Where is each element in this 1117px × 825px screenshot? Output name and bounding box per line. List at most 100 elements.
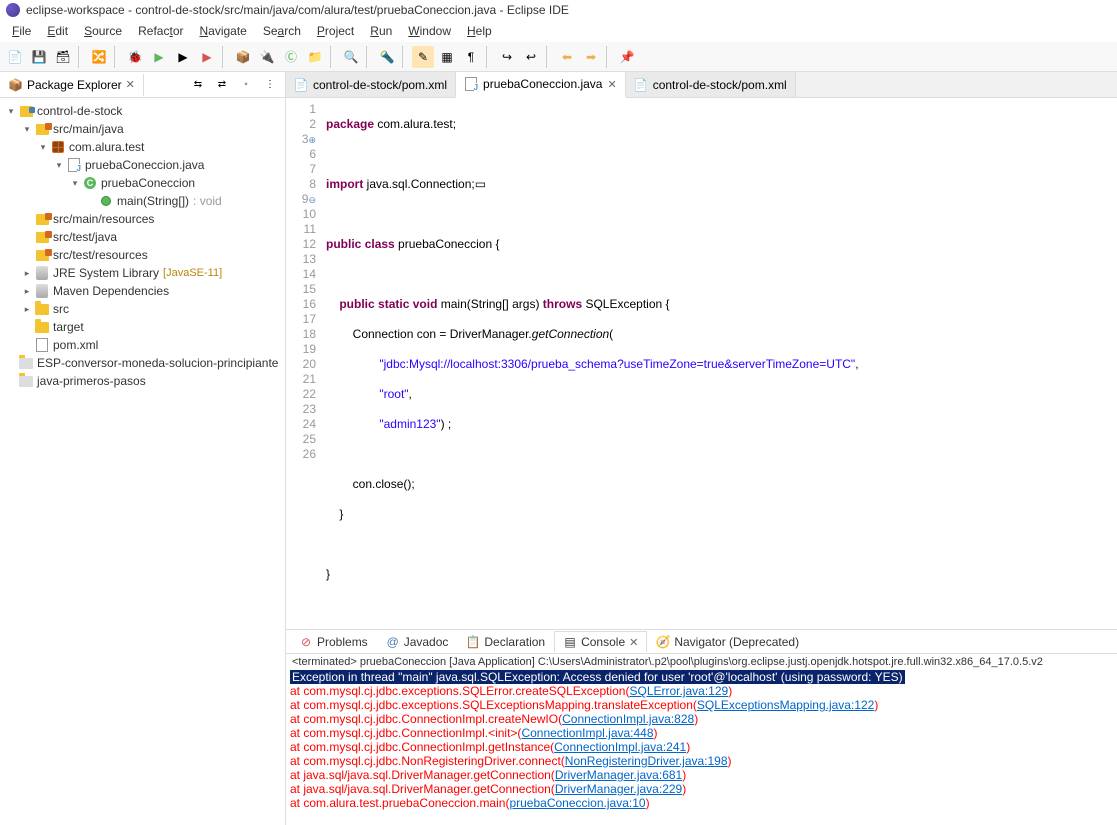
- stack-trace-link[interactable]: SQLExceptionsMapping.java:122: [697, 698, 874, 712]
- debug-button[interactable]: 🐞: [124, 46, 146, 68]
- open-type-button[interactable]: 🔍: [340, 46, 362, 68]
- menu-run[interactable]: Run: [362, 22, 400, 40]
- close-icon[interactable]: ✕: [629, 636, 638, 649]
- view-menu-button[interactable]: ⋮: [259, 74, 281, 96]
- tree-src-folder[interactable]: ▾src/main/java: [0, 120, 285, 138]
- coverage-button[interactable]: ▶: [172, 46, 194, 68]
- stack-trace-link[interactable]: NonRegisteringDriver.java:198: [565, 754, 728, 768]
- search-button[interactable]: 🔦: [376, 46, 398, 68]
- tree-src-folder[interactable]: src/test/resources: [0, 246, 285, 264]
- tree-src-folder[interactable]: src/test/java: [0, 228, 285, 246]
- new-java-button[interactable]: 📦: [232, 46, 254, 68]
- menu-search[interactable]: Search: [255, 22, 309, 40]
- tree-folder[interactable]: ▸src: [0, 300, 285, 318]
- switch-editor-button[interactable]: 🔀: [88, 46, 110, 68]
- new-class-button[interactable]: Ⓒ: [280, 46, 302, 68]
- package-explorer-view: 📦 Package Explorer ✕ ⇆ ⇄ ◦ ⋮ ▾control-de…: [0, 72, 286, 825]
- menu-source[interactable]: Source: [76, 22, 130, 40]
- next-annotation-button[interactable]: ↪: [496, 46, 518, 68]
- tree-pom[interactable]: pom.xml: [0, 336, 285, 354]
- tree-jre[interactable]: ▸JRE System Library[JavaSE-11]: [0, 264, 285, 282]
- stack-trace-line: at com.mysql.cj.jdbc.ConnectionImpl.crea…: [290, 712, 1113, 726]
- bottom-tabs: ⊘Problems @Javadoc 📋Declaration ▤Console…: [286, 630, 1117, 654]
- new-package-button[interactable]: 📁: [304, 46, 326, 68]
- toggle-block-button[interactable]: ▦: [436, 46, 458, 68]
- save-button[interactable]: 💾: [28, 46, 50, 68]
- menu-bar: File Edit Source Refactor Navigate Searc…: [0, 20, 1117, 42]
- stack-trace-line: at com.mysql.cj.jdbc.ConnectionImpl.getI…: [290, 740, 1113, 754]
- stack-trace-line: at com.mysql.cj.jdbc.exceptions.SQLExcep…: [290, 698, 1113, 712]
- menu-project[interactable]: Project: [309, 22, 362, 40]
- tab-javadoc[interactable]: @Javadoc: [377, 631, 458, 652]
- navigator-icon: 🧭: [656, 635, 670, 649]
- toggle-mark-button[interactable]: ✎: [412, 46, 434, 68]
- console-icon: ▤: [563, 635, 577, 649]
- link-editor-button[interactable]: ⇄: [211, 74, 233, 96]
- package-explorer-tabbar: 📦 Package Explorer ✕ ⇆ ⇄ ◦ ⋮: [0, 72, 285, 98]
- save-all-button[interactable]: 🗃: [52, 46, 74, 68]
- problems-icon: ⊘: [299, 635, 313, 649]
- code-editor[interactable]: 123⊕6789⊖1011121314151617181920212223242…: [286, 98, 1117, 629]
- pin-button[interactable]: 📌: [616, 46, 638, 68]
- stack-trace-link[interactable]: ConnectionImpl.java:828: [562, 712, 694, 726]
- menu-window[interactable]: Window: [400, 22, 459, 40]
- new-plugin-button[interactable]: 🔌: [256, 46, 278, 68]
- tree-class[interactable]: ▾CpruebaConeccion: [0, 174, 285, 192]
- tree-method[interactable]: main(String[]): void: [0, 192, 285, 210]
- menu-help[interactable]: Help: [459, 22, 500, 40]
- editor-tabs: 📄control-de-stock/pom.xml pruebaConeccio…: [286, 72, 1117, 98]
- editor-tab-pom2[interactable]: 📄control-de-stock/pom.xml: [626, 72, 796, 97]
- stack-trace-line: at java.sql/java.sql.DriverManager.getCo…: [290, 782, 1113, 796]
- stack-trace-link[interactable]: ConnectionImpl.java:241: [554, 740, 686, 754]
- tree-java-file[interactable]: ▾pruebaConeccion.java: [0, 156, 285, 174]
- tab-problems[interactable]: ⊘Problems: [290, 631, 377, 652]
- package-explorer-tree[interactable]: ▾control-de-stock ▾src/main/java ▾com.al…: [0, 98, 285, 825]
- stack-trace-link[interactable]: SQLError.java:129: [629, 684, 728, 698]
- stack-trace-line: at com.alura.test.pruebaConeccion.main(p…: [290, 796, 1113, 810]
- forward-button[interactable]: ➡: [580, 46, 602, 68]
- collapse-all-button[interactable]: ⇆: [187, 74, 209, 96]
- back-button[interactable]: ⬅: [556, 46, 578, 68]
- eclipse-icon: [6, 3, 20, 17]
- tree-project[interactable]: ▾control-de-stock: [0, 102, 285, 120]
- new-button[interactable]: 📄: [4, 46, 26, 68]
- menu-refactor[interactable]: Refactor: [130, 22, 191, 40]
- stack-trace-link[interactable]: ConnectionImpl.java:448: [521, 726, 653, 740]
- tree-project[interactable]: java-primeros-pasos: [0, 372, 285, 390]
- tab-declaration[interactable]: 📋Declaration: [457, 631, 554, 652]
- editor-tab-java[interactable]: pruebaConeccion.java✕: [456, 72, 626, 98]
- tree-project[interactable]: ESP-conversor-moneda-solucion-principian…: [0, 354, 285, 372]
- menu-file[interactable]: File: [4, 22, 39, 40]
- stack-trace-link[interactable]: DriverManager.java:681: [555, 768, 682, 782]
- run-last-button[interactable]: ▶: [196, 46, 218, 68]
- editor-tab-pom1[interactable]: 📄control-de-stock/pom.xml: [286, 72, 456, 97]
- stack-trace-line: at com.mysql.cj.jdbc.exceptions.SQLError…: [290, 684, 1113, 698]
- xml-icon: 📄: [634, 78, 648, 92]
- run-button[interactable]: ▶: [148, 46, 170, 68]
- editor-area: 📄control-de-stock/pom.xml pruebaConeccio…: [286, 72, 1117, 825]
- javadoc-icon: @: [386, 635, 400, 649]
- tab-navigator[interactable]: 🧭Navigator (Deprecated): [647, 631, 808, 652]
- console-output[interactable]: Exception in thread "main" java.sql.SQLE…: [286, 670, 1117, 825]
- tree-maven-deps[interactable]: ▸Maven Dependencies: [0, 282, 285, 300]
- close-icon[interactable]: ✕: [126, 78, 135, 91]
- menu-navigate[interactable]: Navigate: [191, 22, 254, 40]
- line-gutter: 123⊕6789⊖1011121314151617181920212223242…: [286, 98, 322, 629]
- menu-edit[interactable]: Edit: [39, 22, 76, 40]
- tree-folder[interactable]: target: [0, 318, 285, 336]
- tree-src-folder[interactable]: src/main/resources: [0, 210, 285, 228]
- filter-button[interactable]: ◦: [235, 74, 257, 96]
- prev-annotation-button[interactable]: ↩: [520, 46, 542, 68]
- close-icon[interactable]: ✕: [607, 78, 616, 91]
- tree-package[interactable]: ▾com.alura.test: [0, 138, 285, 156]
- stack-trace-link[interactable]: pruebaConeccion.java:10: [509, 796, 645, 810]
- show-whitespace-button[interactable]: ¶: [460, 46, 482, 68]
- xml-icon: 📄: [294, 78, 308, 92]
- stack-trace-line: at com.mysql.cj.jdbc.NonRegisteringDrive…: [290, 754, 1113, 768]
- work-area: 📦 Package Explorer ✕ ⇆ ⇄ ◦ ⋮ ▾control-de…: [0, 72, 1117, 825]
- java-icon: [464, 77, 478, 91]
- tab-console[interactable]: ▤Console✕: [554, 631, 647, 652]
- package-explorer-tab[interactable]: 📦 Package Explorer ✕: [0, 74, 144, 96]
- code-content[interactable]: package com.alura.test; import java.sql.…: [322, 98, 1117, 629]
- stack-trace-link[interactable]: DriverManager.java:229: [555, 782, 682, 796]
